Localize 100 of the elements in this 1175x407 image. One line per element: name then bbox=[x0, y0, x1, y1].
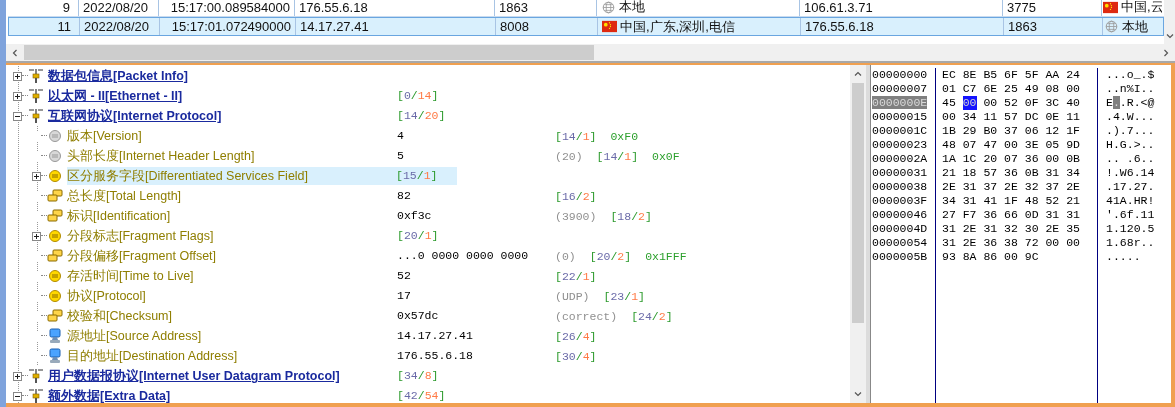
hex-byte[interactable]: 00 bbox=[962, 96, 977, 110]
hex-byte[interactable]: 57 bbox=[983, 166, 1005, 180]
hex-byte[interactable]: 86 bbox=[983, 250, 1005, 264]
scroll-down-icon[interactable] bbox=[853, 389, 863, 399]
tree-item[interactable]: 分段标志[Fragment Flags] bbox=[67, 227, 397, 245]
scroll-up-icon[interactable] bbox=[853, 69, 863, 79]
tree-item[interactable]: 协议[Protocol] bbox=[67, 287, 397, 305]
hex-byte[interactable]: 52 bbox=[1045, 194, 1067, 208]
scrollbar[interactable] bbox=[850, 65, 870, 403]
hex-byte[interactable]: 2E bbox=[1045, 222, 1067, 236]
hex-byte[interactable]: 1F bbox=[1066, 124, 1087, 138]
hex-byte[interactable]: F7 bbox=[962, 208, 984, 222]
hex-byte[interactable]: DC bbox=[1024, 110, 1046, 124]
tree-item[interactable]: 存活时间[Time to Live] bbox=[67, 267, 397, 285]
hex-byte[interactable]: 1B bbox=[942, 124, 963, 138]
packet-row[interactable]: 11 2022/08/20 15:17:01.072490000 14.17.27.41 8008 中国,广东,深圳,电信 176.55.6.18 1863 本地 bbox=[8, 17, 1164, 36]
hex-byte[interactable]: 0F bbox=[1024, 96, 1046, 110]
hex-byte[interactable]: 52 bbox=[1004, 96, 1025, 110]
hex-byte[interactable]: 48 bbox=[1024, 194, 1046, 208]
hex-byte[interactable]: AA bbox=[1045, 68, 1067, 82]
scroll-right-icon[interactable] bbox=[1161, 47, 1171, 58]
hex-byte[interactable]: 6F bbox=[1004, 68, 1025, 82]
hex-byte[interactable]: 9D bbox=[1066, 138, 1087, 152]
hex-byte[interactable]: 8E bbox=[962, 68, 984, 82]
hex-byte[interactable]: 12 bbox=[1045, 124, 1067, 138]
hex-byte[interactable]: 3C bbox=[1045, 96, 1067, 110]
tree-item[interactable]: 标识[Identification] bbox=[67, 207, 397, 225]
expand-toggle[interactable] bbox=[13, 371, 22, 381]
hex-byte[interactable]: 31 bbox=[983, 222, 1005, 236]
hex-byte[interactable]: 00 bbox=[1045, 236, 1067, 250]
expand-toggle[interactable] bbox=[32, 171, 41, 181]
hex-byte[interactable]: 8A bbox=[962, 250, 984, 264]
hex-byte[interactable]: 21 bbox=[1066, 194, 1087, 208]
tree-item[interactable]: 数据包信息[Packet Info] bbox=[48, 67, 188, 85]
hex-byte[interactable]: 21 bbox=[942, 166, 963, 180]
hex-byte[interactable]: 18 bbox=[962, 166, 984, 180]
hex-byte[interactable]: 00 bbox=[983, 96, 1005, 110]
hex-byte[interactable]: 0B bbox=[1066, 152, 1087, 166]
hex-byte[interactable]: 31 bbox=[942, 236, 963, 250]
hex-byte[interactable]: 31 bbox=[1045, 208, 1067, 222]
hex-byte[interactable]: 00 bbox=[1004, 138, 1025, 152]
hex-byte[interactable]: 11 bbox=[983, 110, 1005, 124]
hex-byte[interactable]: 66 bbox=[1004, 208, 1025, 222]
hex-byte[interactable]: 41 bbox=[983, 194, 1005, 208]
hex-byte[interactable]: 00 bbox=[1045, 152, 1067, 166]
scroll-thumb[interactable] bbox=[24, 45, 594, 60]
hex-byte[interactable]: 48 bbox=[942, 138, 963, 152]
hex-byte[interactable]: EC bbox=[942, 68, 963, 82]
tree-item[interactable]: 用户数据报协议[Internet User Datagram Protocol] bbox=[48, 367, 340, 385]
hex-byte[interactable]: 38 bbox=[1004, 236, 1025, 250]
hex-byte[interactable]: 36 bbox=[1004, 166, 1025, 180]
hex-byte[interactable]: 40 bbox=[1066, 96, 1087, 110]
hex-byte[interactable]: 2E bbox=[1004, 180, 1025, 194]
hex-byte[interactable]: 00 bbox=[1066, 236, 1087, 250]
hex-byte[interactable]: 47 bbox=[983, 138, 1005, 152]
hex-byte[interactable]: 20 bbox=[983, 152, 1005, 166]
tree-item[interactable]: 校验和[Checksum] bbox=[67, 307, 397, 325]
hex-byte[interactable]: B0 bbox=[983, 124, 1005, 138]
hex-byte[interactable]: 30 bbox=[1024, 222, 1046, 236]
hex-byte[interactable]: 1F bbox=[1004, 194, 1025, 208]
hex-byte[interactable]: 0B bbox=[1024, 166, 1046, 180]
hex-byte[interactable]: 05 bbox=[1045, 138, 1067, 152]
hex-byte[interactable]: 2E bbox=[962, 236, 984, 250]
hex-byte[interactable]: 31 bbox=[1066, 208, 1087, 222]
hex-byte[interactable]: 34 bbox=[1066, 166, 1087, 180]
tree-item[interactable]: 头部长度[Internet Header Length] bbox=[67, 147, 397, 165]
expand-toggle[interactable] bbox=[32, 231, 41, 241]
hex-byte[interactable]: 31 bbox=[942, 222, 963, 236]
hex-byte[interactable]: 08 bbox=[1045, 82, 1067, 96]
scroll-left-icon[interactable] bbox=[10, 47, 20, 58]
scrollbar[interactable] bbox=[1164, 0, 1175, 44]
hex-byte[interactable]: 9C bbox=[1024, 250, 1046, 264]
hex-byte[interactable]: 00 bbox=[1066, 82, 1087, 96]
hex-byte[interactable]: 01 bbox=[942, 82, 963, 96]
hex-byte[interactable]: 93 bbox=[942, 250, 963, 264]
hex-byte[interactable]: 11 bbox=[1066, 110, 1087, 124]
collapse-toggle[interactable] bbox=[13, 111, 22, 121]
hex-byte[interactable]: 49 bbox=[1024, 82, 1046, 96]
hex-byte[interactable]: 35 bbox=[1066, 222, 1087, 236]
collapse-toggle[interactable] bbox=[13, 391, 22, 401]
hex-byte[interactable]: 37 bbox=[1045, 180, 1067, 194]
tree-item[interactable]: 额外数据[Extra Data] bbox=[48, 387, 171, 403]
hex-byte[interactable]: 36 bbox=[983, 236, 1005, 250]
tree-item[interactable]: 总长度[Total Length] bbox=[67, 187, 397, 205]
tree-item[interactable]: 源地址[Source Address] bbox=[67, 327, 397, 345]
hex-byte[interactable]: 25 bbox=[1004, 82, 1025, 96]
hex-byte[interactable]: 72 bbox=[1024, 236, 1046, 250]
expand-toggle[interactable] bbox=[13, 91, 22, 101]
hex-byte[interactable]: 27 bbox=[942, 208, 963, 222]
hex-byte[interactable]: 37 bbox=[983, 180, 1005, 194]
hex-byte[interactable]: 29 bbox=[962, 124, 984, 138]
hex-byte[interactable]: 2E bbox=[942, 180, 963, 194]
expand-toggle[interactable] bbox=[13, 71, 22, 81]
hex-byte[interactable]: 00 bbox=[1004, 250, 1025, 264]
hex-byte[interactable]: 37 bbox=[1004, 124, 1025, 138]
hex-byte[interactable]: C7 bbox=[962, 82, 984, 96]
tree-item[interactable]: 互联网协议[Internet Protocol] bbox=[48, 107, 222, 125]
hex-byte[interactable]: 06 bbox=[1024, 124, 1046, 138]
hex-byte[interactable]: 0E bbox=[1045, 110, 1067, 124]
tree-item[interactable]: 目的地址[Destination Address] bbox=[67, 347, 397, 365]
